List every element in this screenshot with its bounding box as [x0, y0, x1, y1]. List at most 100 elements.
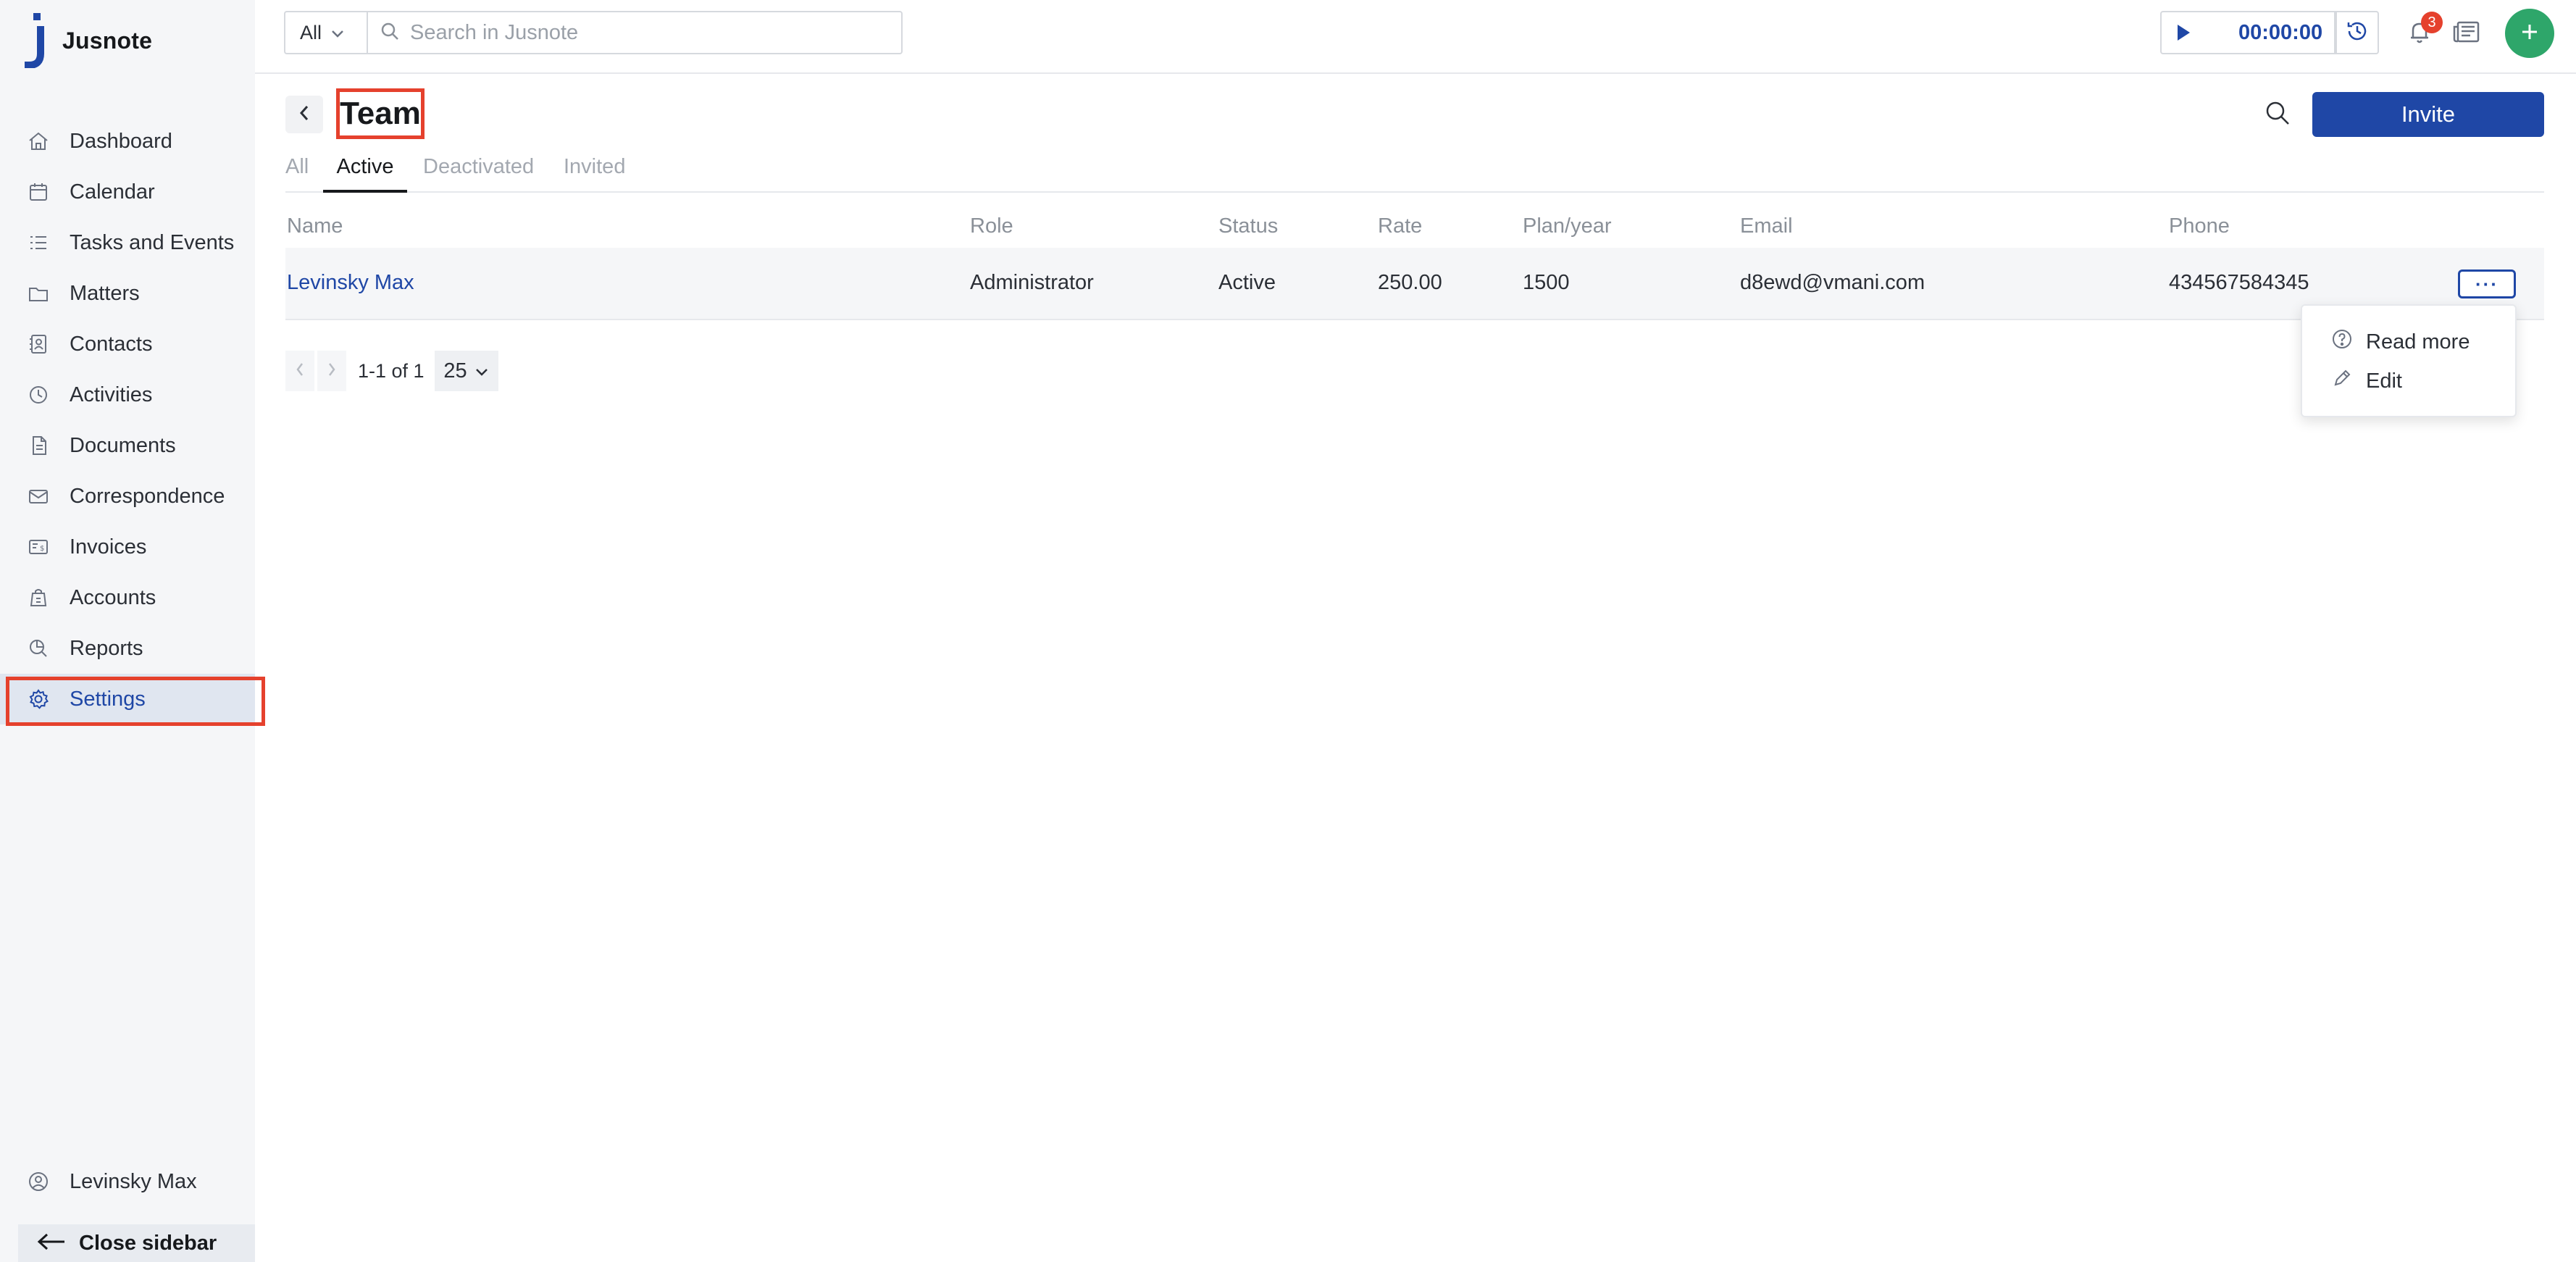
- contacts-icon: [26, 332, 51, 356]
- sidebar-item-label: Matters: [70, 281, 140, 305]
- sidebar-item-label: Accounts: [70, 585, 156, 609]
- close-sidebar-button[interactable]: Close sidebar: [18, 1224, 255, 1262]
- menu-item-label: Edit: [2366, 369, 2402, 393]
- app-name: Jusnote: [62, 27, 153, 54]
- sidebar-item-label: Correspondence: [70, 484, 225, 508]
- chevron-down-icon: [474, 359, 489, 383]
- sidebar-user[interactable]: Levinsky Max: [0, 1156, 255, 1207]
- newspaper-icon: [2452, 20, 2481, 48]
- tab-active[interactable]: Active: [323, 155, 407, 193]
- sidebar-item-documents[interactable]: Documents: [0, 420, 255, 471]
- next-page-button[interactable]: [317, 351, 346, 391]
- sidebar-item-contacts[interactable]: Contacts: [0, 319, 255, 369]
- member-status: Active: [1218, 271, 1276, 294]
- sidebar-item-matters[interactable]: Matters: [0, 268, 255, 319]
- tasks-icon: [26, 230, 51, 255]
- pencil-icon: [2331, 367, 2353, 395]
- column-header-phone[interactable]: Phone: [2169, 214, 2230, 238]
- tab-deactivated[interactable]: Deactivated: [423, 155, 534, 193]
- sidebar-item-label: Tasks and Events: [70, 230, 235, 254]
- table-header: Name Role Status Rate Plan/year Email Ph…: [285, 214, 2544, 248]
- news-button[interactable]: [2446, 13, 2487, 54]
- member-role: Administrator: [970, 271, 1094, 294]
- member-rate: 250.00: [1378, 271, 1442, 294]
- chevron-left-icon: [295, 362, 305, 381]
- sidebar-item-label: Dashboard: [70, 129, 172, 153]
- arrow-left-icon: [35, 1232, 67, 1255]
- column-header-status[interactable]: Status: [1218, 214, 1278, 238]
- pagination-range: 1-1 of 1: [358, 359, 425, 382]
- timer-history-button[interactable]: [2335, 11, 2379, 54]
- notifications-badge: 3: [2421, 12, 2443, 33]
- notifications-button[interactable]: 3: [2399, 12, 2443, 54]
- chevron-down-icon: [330, 22, 345, 44]
- column-header-email[interactable]: Email: [1740, 214, 1793, 238]
- home-icon: [26, 129, 51, 154]
- column-header-role[interactable]: Role: [970, 214, 1013, 238]
- member-plan: 1500: [1523, 271, 1570, 294]
- member-phone: 434567584345: [2169, 271, 2309, 294]
- global-search: [367, 11, 903, 54]
- pagination: 1-1 of 1 25: [285, 351, 498, 391]
- sidebar-item-accounts[interactable]: Accounts: [0, 572, 255, 623]
- sidebar-item-correspondence[interactable]: Correspondence: [0, 471, 255, 522]
- history-clock-icon: [2345, 19, 2370, 47]
- quick-add-button[interactable]: [2505, 9, 2554, 58]
- app-root: Jusnote Dashboard Calendar Tasks and Eve…: [0, 0, 2576, 1262]
- reports-icon: [26, 636, 51, 661]
- calendar-icon: [26, 180, 51, 204]
- sidebar-item-label: Activities: [70, 383, 153, 406]
- sidebar-item-activities[interactable]: Activities: [0, 369, 255, 420]
- gear-icon: [26, 687, 51, 711]
- activities-icon: [26, 383, 51, 407]
- documents-icon: [26, 433, 51, 458]
- sidebar-item-label: Reports: [70, 636, 143, 660]
- sidebar-item-reports[interactable]: Reports: [0, 623, 255, 674]
- row-actions-button[interactable]: ···: [2458, 269, 2516, 298]
- search-input[interactable]: [410, 20, 874, 45]
- plus-icon: [2519, 21, 2541, 46]
- page-size-select[interactable]: 25: [434, 351, 498, 391]
- svg-text:$: $: [40, 545, 44, 553]
- sidebar-item-label: Contacts: [70, 332, 153, 356]
- search-scope-select[interactable]: All: [284, 11, 367, 54]
- invite-button[interactable]: Invite: [2312, 92, 2544, 137]
- back-button[interactable]: [285, 96, 323, 133]
- search-scope-value: All: [300, 21, 322, 43]
- timer-value: 00:00:00: [2238, 20, 2323, 44]
- logo[interactable]: Jusnote: [22, 13, 153, 69]
- column-header-plan[interactable]: Plan/year: [1523, 214, 1612, 238]
- member-name-link[interactable]: Levinsky Max: [287, 271, 414, 295]
- menu-item-read-more[interactable]: Read more: [2331, 327, 2470, 356]
- sidebar-item-label: Documents: [70, 433, 176, 457]
- sidebar-nav: Dashboard Calendar Tasks and Events Matt…: [0, 116, 265, 726]
- sidebar-item-dashboard[interactable]: Dashboard: [0, 116, 255, 167]
- row-actions-menu: Read more Edit: [2301, 304, 2517, 417]
- sidebar-item-settings[interactable]: Settings: [0, 674, 265, 726]
- correspondence-icon: [26, 484, 51, 509]
- team-search-button[interactable]: [2260, 97, 2295, 132]
- column-header-rate[interactable]: Rate: [1378, 214, 1422, 238]
- jusnote-logo-icon: [22, 13, 52, 69]
- top-bar: All 00:00:00 3: [255, 0, 2576, 74]
- search-icon: [2264, 99, 2291, 130]
- team-tabs: All Active Deactivated Invited: [285, 152, 2544, 193]
- sidebar-item-invoices[interactable]: $ Invoices: [0, 522, 255, 572]
- user-circle-icon: [26, 1169, 51, 1194]
- column-header-name[interactable]: Name: [287, 214, 343, 238]
- chevron-right-icon: [327, 362, 337, 381]
- close-sidebar-label: Close sidebar: [79, 1231, 217, 1255]
- tab-all[interactable]: All: [285, 155, 311, 193]
- sidebar-item-tasks-and-events[interactable]: Tasks and Events: [0, 217, 255, 268]
- member-email: d8ewd@vmani.com: [1740, 271, 1925, 294]
- tab-invited[interactable]: Invited: [564, 155, 625, 193]
- previous-page-button[interactable]: [285, 351, 314, 391]
- accounts-icon: [26, 585, 51, 610]
- page-title: Team: [336, 88, 425, 139]
- folder-icon: [26, 281, 51, 306]
- play-icon[interactable]: [2162, 12, 2205, 53]
- page-size-value: 25: [443, 359, 467, 383]
- table-row[interactable]: Levinsky Max Administrator Active 250.00…: [285, 248, 2544, 320]
- menu-item-edit[interactable]: Edit: [2331, 367, 2402, 396]
- sidebar-item-calendar[interactable]: Calendar: [0, 167, 255, 217]
